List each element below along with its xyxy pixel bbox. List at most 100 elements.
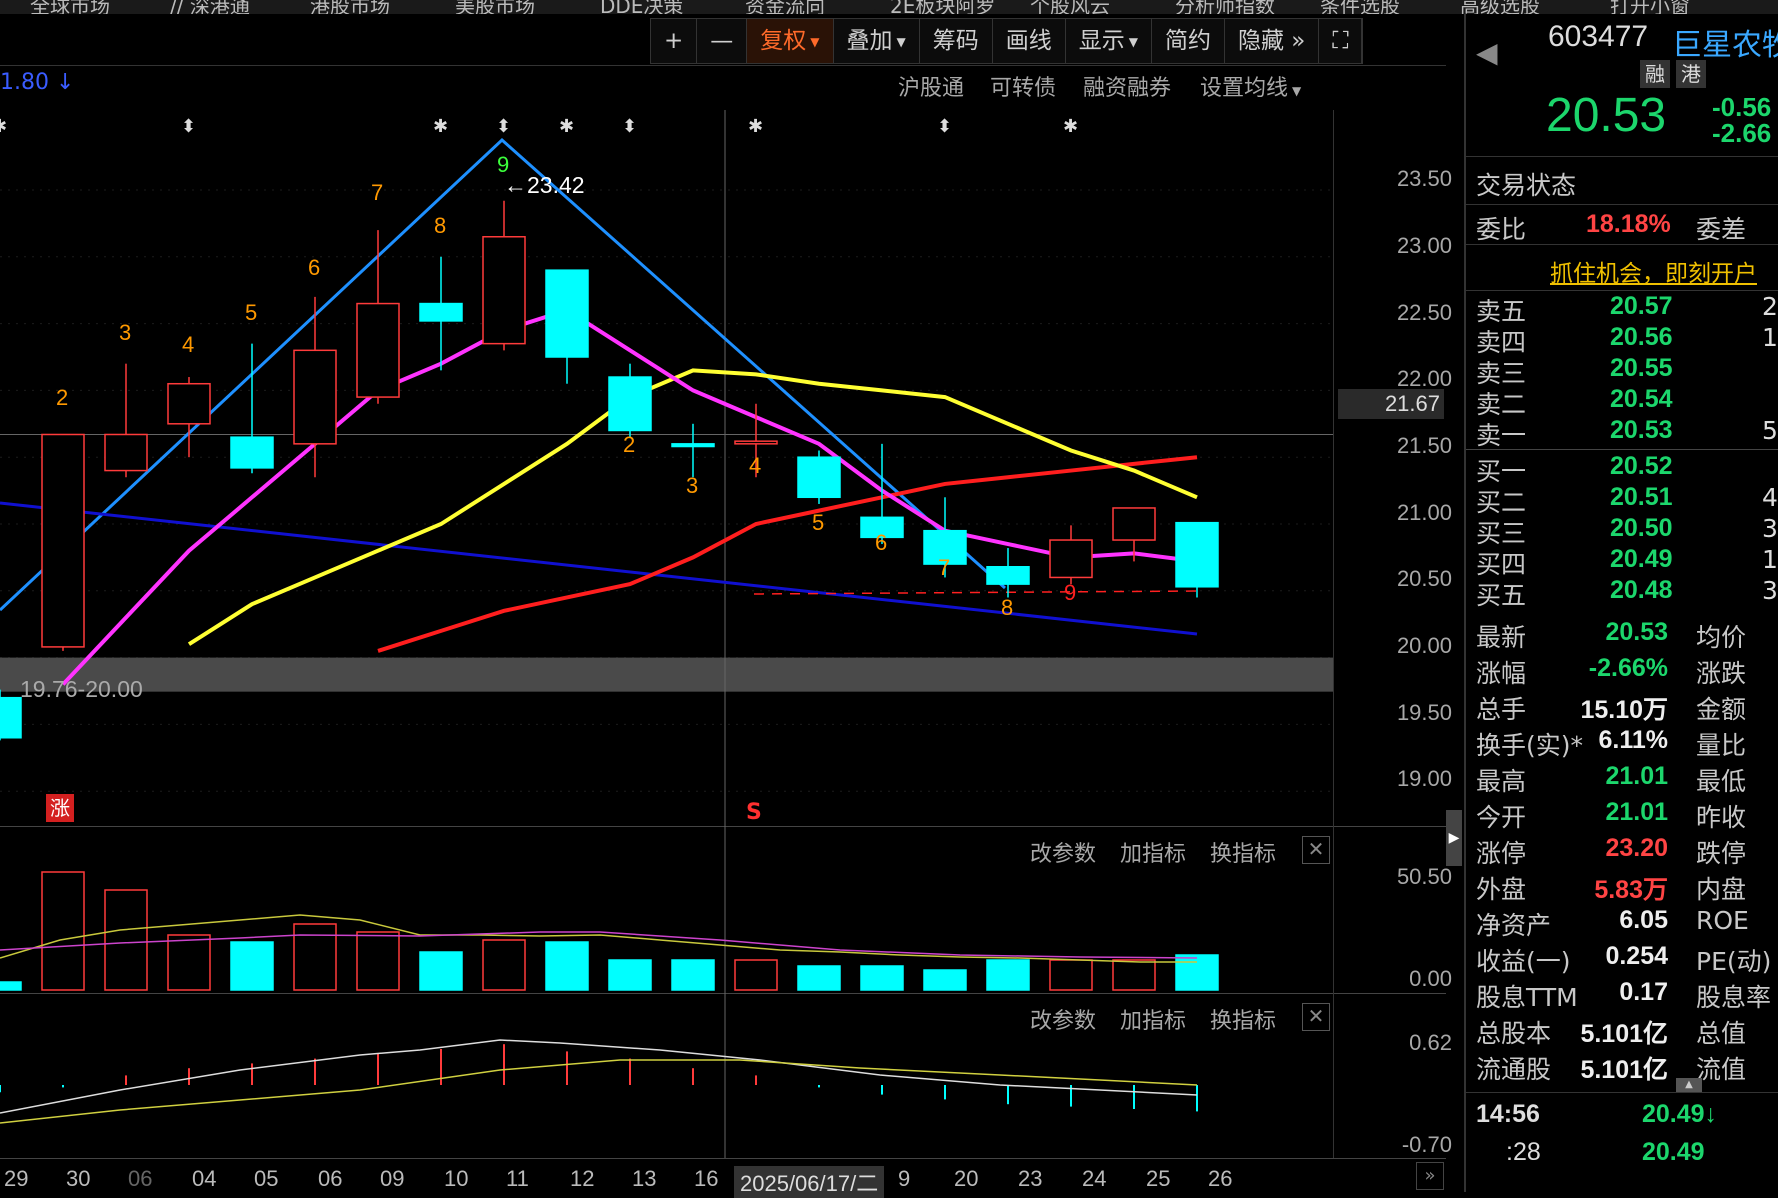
link-hugutong[interactable]: 沪股通 bbox=[898, 70, 964, 102]
macd-change-params[interactable]: 改参数 bbox=[1030, 1003, 1096, 1035]
vol-change-params[interactable]: 改参数 bbox=[1030, 836, 1096, 868]
event-marker-icon[interactable]: ✱ bbox=[748, 116, 763, 137]
hide-button[interactable]: 隐藏 » bbox=[1224, 19, 1320, 63]
tick-time: :28 bbox=[1506, 1138, 1541, 1166]
bids-row[interactable]: 买四 20.49 1 bbox=[1466, 545, 1778, 579]
zoom-in-button[interactable]: + bbox=[651, 19, 698, 63]
date-tick: 29 bbox=[4, 1166, 29, 1191]
zoom-out-button[interactable]: — bbox=[697, 19, 748, 63]
macd-add-indicator[interactable]: 加指标 bbox=[1120, 1003, 1186, 1035]
bids-row[interactable]: 买三 20.50 3 bbox=[1466, 514, 1778, 548]
asks-row[interactable]: 卖四 20.56 1 bbox=[1466, 323, 1778, 357]
divider bbox=[1466, 449, 1778, 450]
stat-value: 5.101亿 bbox=[1580, 1056, 1668, 1084]
candle-body[interactable] bbox=[104, 433, 148, 472]
weibi-label: 委比 bbox=[1476, 215, 1527, 244]
fuquan-button[interactable]: 复权 ▼ bbox=[747, 19, 834, 63]
candle-body[interactable] bbox=[671, 443, 715, 448]
margin-badge: 融 bbox=[1640, 60, 1670, 88]
candle-body[interactable] bbox=[1049, 539, 1093, 579]
level-volume: 3 bbox=[1762, 514, 1778, 543]
price-tick: 23.50 bbox=[1396, 166, 1452, 191]
stat-label-right: 总值 bbox=[1696, 1019, 1747, 1048]
event-marker-icon[interactable]: ⬍ bbox=[622, 116, 637, 137]
candle-body[interactable] bbox=[1112, 507, 1156, 541]
event-marker-icon[interactable]: ⬍ bbox=[496, 116, 511, 137]
tick-price: 20.49↓ bbox=[1642, 1100, 1718, 1128]
event-marker-icon[interactable]: ✱ bbox=[0, 116, 7, 137]
scroll-right-icon[interactable]: » bbox=[1416, 1162, 1444, 1190]
open-account-link[interactable]: 抓住机会，即刻开户 bbox=[1550, 254, 1757, 288]
candle-body[interactable] bbox=[608, 376, 652, 432]
bids-row[interactable]: 买五 20.48 3 bbox=[1466, 576, 1778, 610]
candle-body[interactable] bbox=[167, 382, 211, 425]
price-tick: 20.50 bbox=[1396, 566, 1452, 591]
candle-body[interactable] bbox=[41, 433, 85, 648]
back-arrow-icon[interactable]: ◀ bbox=[1476, 36, 1498, 69]
date-tick: 13 bbox=[632, 1166, 657, 1191]
level-price: 20.55 bbox=[1610, 354, 1673, 382]
candle-body[interactable] bbox=[986, 566, 1030, 585]
candle-body[interactable] bbox=[797, 456, 841, 499]
candle-body[interactable] bbox=[0, 696, 22, 739]
overlay-button[interactable]: 叠加 ▼ bbox=[833, 19, 920, 63]
date-tick: 11 bbox=[506, 1166, 529, 1191]
volume-bar bbox=[545, 941, 589, 991]
peak-price-label: ←23.42 bbox=[504, 172, 585, 198]
volume-bar bbox=[1175, 954, 1219, 991]
fullscreen-icon[interactable]: ⛶ bbox=[1319, 19, 1363, 63]
candle-body[interactable] bbox=[356, 302, 400, 398]
candle-body[interactable] bbox=[419, 302, 463, 322]
display-label: 显示 bbox=[1078, 28, 1125, 54]
event-marker-icon[interactable]: ⬍ bbox=[937, 116, 952, 137]
draw-line-button[interactable]: 画线 bbox=[992, 19, 1066, 63]
candle-body[interactable] bbox=[1175, 521, 1219, 588]
stock-name[interactable]: 巨星农牧 bbox=[1672, 20, 1778, 64]
expand-up-icon[interactable]: ▲ bbox=[1676, 1078, 1702, 1092]
ma-settings-link[interactable]: 设置均线 ▼ bbox=[1200, 70, 1301, 102]
volume-bar bbox=[419, 951, 463, 991]
date-tick: 12 bbox=[570, 1166, 595, 1191]
close-icon[interactable]: ✕ bbox=[1302, 836, 1330, 864]
td-count-label: 4 bbox=[749, 453, 761, 478]
link-convertible[interactable]: 可转债 bbox=[990, 70, 1056, 102]
asks-row[interactable]: 卖三 20.55 bbox=[1466, 354, 1778, 388]
candle-body[interactable] bbox=[734, 440, 778, 445]
level-volume: 4 bbox=[1762, 483, 1778, 512]
display-button[interactable]: 显示 ▼ bbox=[1065, 19, 1152, 63]
macd-switch-indicator[interactable]: 换指标 bbox=[1210, 1003, 1276, 1035]
stat-value: -2.66% bbox=[1588, 654, 1668, 682]
top-nav-item[interactable]: 高级选股 bbox=[1460, 0, 1540, 14]
bids-row[interactable]: 买一 20.52 bbox=[1466, 452, 1778, 486]
level-volume: 1 bbox=[1762, 323, 1778, 352]
link-margin[interactable]: 融资融券 bbox=[1083, 70, 1171, 102]
level-price: 20.56 bbox=[1610, 323, 1673, 351]
candle-body[interactable] bbox=[482, 236, 526, 345]
event-marker-icon[interactable]: ✱ bbox=[1063, 116, 1078, 137]
top-nav-item[interactable]: 打开小窗 bbox=[1610, 0, 1690, 14]
chips-button[interactable]: 筹码 bbox=[919, 19, 993, 63]
candle-body[interactable] bbox=[545, 269, 589, 358]
sell-signal-badge[interactable]: S bbox=[746, 800, 762, 825]
event-marker-icon[interactable]: ✱ bbox=[433, 116, 448, 137]
asks-row[interactable]: 卖五 20.57 2 bbox=[1466, 292, 1778, 326]
candle-body[interactable] bbox=[293, 349, 337, 445]
candle-body[interactable] bbox=[230, 436, 274, 469]
tick-price: 20.49 bbox=[1642, 1138, 1705, 1166]
bids-row[interactable]: 买二 20.51 4 bbox=[1466, 483, 1778, 517]
simple-button[interactable]: 简约 bbox=[1151, 19, 1225, 63]
event-marker-icon[interactable]: ✱ bbox=[559, 116, 574, 137]
asks-row[interactable]: 卖一 20.53 5 bbox=[1466, 416, 1778, 450]
collapse-panel-handle[interactable]: ▶ bbox=[1446, 810, 1462, 866]
zhang-badge[interactable]: 涨 bbox=[46, 794, 74, 822]
vol-add-indicator[interactable]: 加指标 bbox=[1120, 836, 1186, 868]
level-label: 买五 bbox=[1476, 581, 1527, 610]
stat-label-right: 金额 bbox=[1696, 695, 1747, 724]
stock-code: 603477 bbox=[1548, 20, 1649, 53]
close-icon[interactable]: ✕ bbox=[1302, 1003, 1330, 1031]
asks-row[interactable]: 卖二 20.54 bbox=[1466, 385, 1778, 419]
price-tick: 19.00 bbox=[1396, 766, 1452, 791]
event-marker-icon[interactable]: ⬍ bbox=[181, 116, 196, 137]
chart-divider bbox=[0, 826, 1446, 827]
vol-switch-indicator[interactable]: 换指标 bbox=[1210, 836, 1276, 868]
